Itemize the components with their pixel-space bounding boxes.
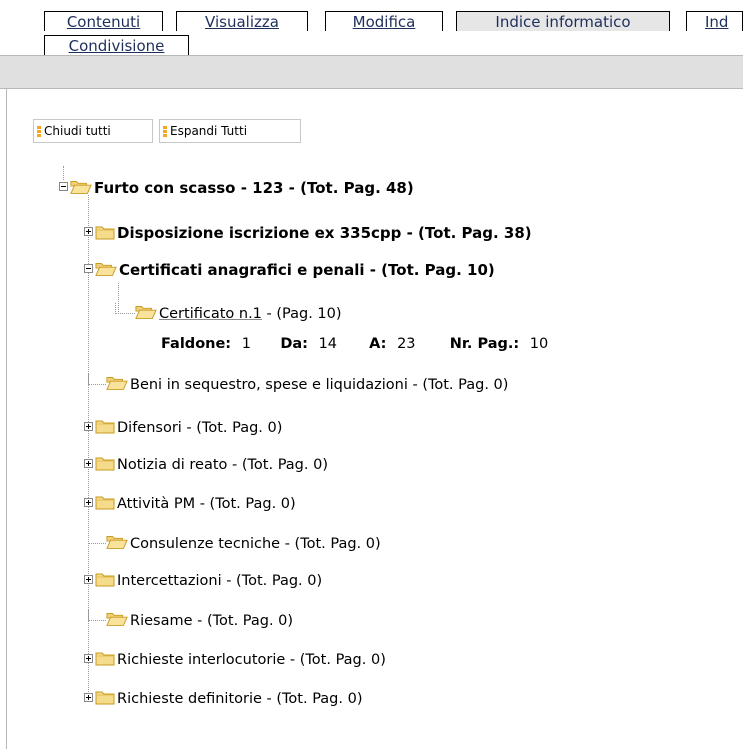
folder-icon	[95, 571, 115, 587]
folder-icon	[95, 224, 115, 240]
expand-toggle-icon[interactable]	[84, 227, 93, 236]
tree-item-label: Consulenze tecniche - (Tot. Pag. 0)	[130, 536, 381, 552]
expand-toggle-icon[interactable]	[84, 458, 93, 468]
expand-all-label: Espandi Tutti	[170, 124, 248, 138]
panel-border	[6, 89, 7, 749]
folder-icon	[95, 650, 115, 666]
tree-item-label: Intercettazioni - (Tot. Pag. 0)	[117, 573, 323, 589]
folder-icon	[95, 418, 115, 434]
tree-connector	[115, 302, 135, 314]
folder-open-icon	[106, 611, 128, 627]
tree-item-disposizione[interactable]: Disposizione iscrizione ex 335cpp - (Tot…	[84, 222, 532, 244]
tree-item-label: Difensori - (Tot. Pag. 0)	[117, 420, 283, 436]
document-pages: - (Pag. 10)	[261, 306, 342, 322]
collapse-all-label: Chiudi tutti	[44, 124, 111, 138]
folder-open-icon	[135, 304, 157, 320]
tab-label: Condivisione	[68, 37, 165, 55]
tree-document[interactable]: Certificato n.1 - (Pag. 10)	[115, 302, 342, 325]
collapse-toggle-icon[interactable]	[84, 264, 93, 273]
expand-toggle-icon[interactable]	[84, 574, 93, 584]
expand-toggle-icon[interactable]	[84, 653, 93, 663]
tree-item-riesame[interactable]: Riesame - (Tot. Pag. 0)	[88, 609, 294, 632]
tab-label: Modifica	[352, 13, 416, 31]
a-label: A:	[369, 336, 387, 352]
expand-toggle-icon[interactable]	[84, 692, 93, 702]
a-value: 23	[397, 336, 416, 352]
collapse-toggle-icon[interactable]	[59, 182, 68, 191]
tab-modifica[interactable]: Modifica	[325, 11, 443, 31]
tree-item-label: Riesame - (Tot. Pag. 0)	[130, 613, 294, 629]
expand-all-button[interactable]: Espandi Tutti	[159, 119, 301, 143]
document-meta: Faldone: 1 Da: 14 A: 23 Nr. Pag.: 10	[161, 336, 548, 352]
tab-indice-informatico[interactable]: Indice informatico	[456, 11, 670, 31]
tree-item-richieste-interlocutorie[interactable]: Richieste interlocutorie - (Tot. Pag. 0)	[84, 649, 386, 671]
faldone-value: 1	[241, 336, 251, 352]
expand-toggle-icon[interactable]	[84, 497, 93, 507]
tree-item-notizia[interactable]: Notizia di reato - (Tot. Pag. 0)	[84, 454, 328, 476]
tab-label: Ind	[705, 13, 729, 31]
tree-root[interactable]: Furto con scasso - 123 - (Tot. Pag. 48)	[59, 177, 414, 199]
tree-item-beni[interactable]: Beni in sequestro, spese e liquidazioni …	[88, 373, 509, 396]
tab-label: Indice informatico	[495, 13, 631, 31]
tab-condivisione[interactable]: Condivisione	[44, 35, 189, 56]
tree-item-label: Notizia di reato - (Tot. Pag. 0)	[117, 457, 328, 473]
folder-open-icon	[106, 534, 128, 550]
tree-item-label: Disposizione iscrizione ex 335cpp - (Tot…	[117, 224, 532, 242]
tree-item-label: Beni in sequestro, spese e liquidazioni …	[130, 377, 509, 393]
nr-pag-value: 10	[529, 336, 549, 352]
expand-toggle-icon[interactable]	[84, 421, 93, 431]
document-link[interactable]: Certificato n.1	[159, 306, 262, 322]
expand-icon	[163, 126, 168, 137]
tree-item-intercettazioni[interactable]: Intercettazioni - (Tot. Pag. 0)	[84, 570, 322, 592]
tab-label: Contenuti	[66, 13, 141, 31]
folder-open-icon	[95, 261, 117, 277]
folder-icon	[95, 455, 115, 471]
collapse-icon	[37, 126, 42, 137]
tree-item-difensori[interactable]: Difensori - (Tot. Pag. 0)	[84, 417, 282, 439]
tree-item-label: Richieste definitorie - (Tot. Pag. 0)	[117, 691, 363, 707]
tab-contenuti[interactable]: Contenuti	[44, 11, 163, 31]
tree-root-label: Furto con scasso - 123 - (Tot. Pag. 48)	[94, 179, 414, 197]
tree-connector	[88, 532, 106, 544]
tree-item-richieste-definitorie[interactable]: Richieste definitorie - (Tot. Pag. 0)	[84, 688, 363, 710]
folder-open-icon	[70, 179, 92, 195]
tree-connector	[88, 373, 106, 385]
folder-open-icon	[106, 375, 128, 391]
tree-item-attivita[interactable]: Attività PM - (Tot. Pag. 0)	[84, 493, 296, 515]
collapse-all-button[interactable]: Chiudi tutti	[33, 119, 153, 143]
faldone-label: Faldone:	[161, 336, 232, 352]
tree-item-label: Attività PM - (Tot. Pag. 0)	[117, 496, 296, 512]
tree-connector	[88, 609, 106, 621]
tree-item-certificati[interactable]: Certificati anagrafici e penali - (Tot. …	[84, 259, 495, 281]
tree-item-label: Richieste interlocutorie - (Tot. Pag. 0)	[117, 652, 386, 668]
toolbar-strip	[0, 55, 743, 89]
tab-bar: Contenuti Visualizza Modifica Indice inf…	[0, 0, 743, 56]
da-value: 14	[318, 336, 338, 352]
tree-item-label: Certificati anagrafici e penali - (Tot. …	[119, 261, 495, 279]
tab-label: Visualizza	[205, 13, 279, 31]
folder-icon	[95, 689, 115, 705]
tab-visualizza[interactable]: Visualizza	[176, 11, 308, 31]
folder-icon	[95, 494, 115, 510]
tree-item-consulenze[interactable]: Consulenze tecniche - (Tot. Pag. 0)	[88, 532, 381, 555]
nr-pag-label: Nr. Pag.:	[449, 336, 520, 352]
tab-ind[interactable]: Ind	[686, 11, 743, 31]
da-label: Da:	[280, 336, 308, 352]
